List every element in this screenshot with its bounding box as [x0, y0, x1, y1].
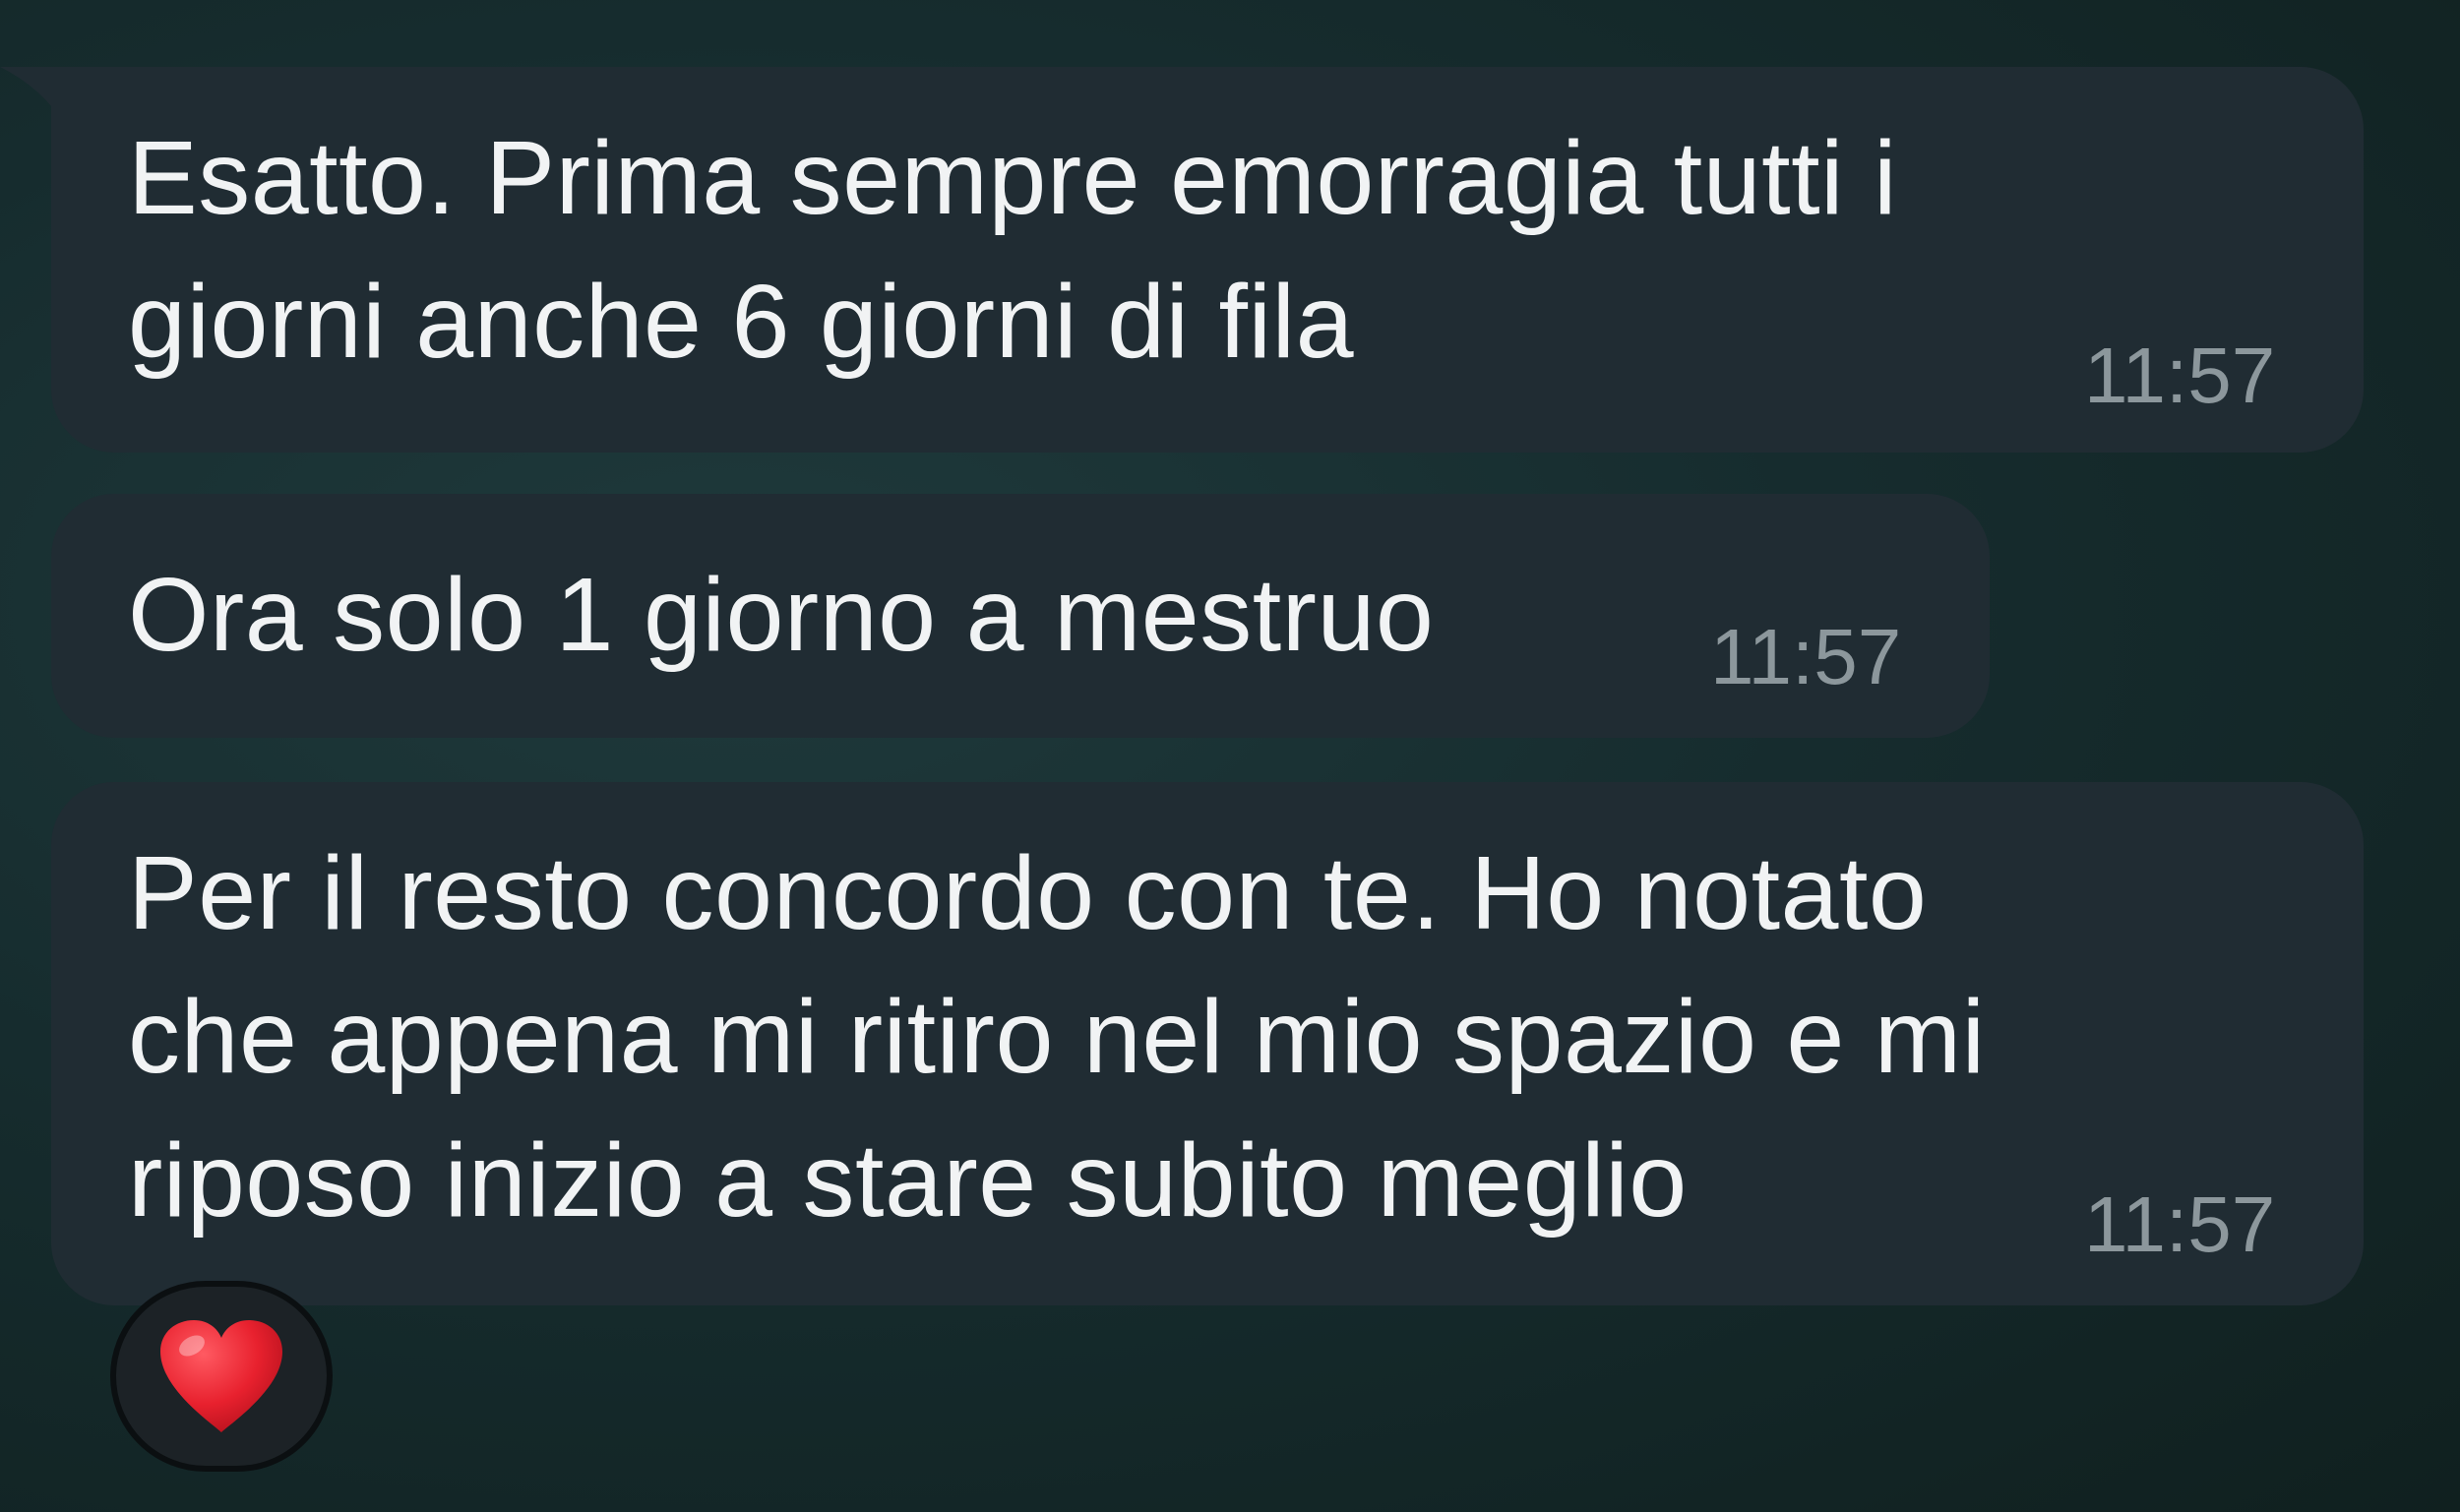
- message-timestamp: 11:57: [1710, 613, 1902, 700]
- message-timestamp: 11:57: [2084, 332, 2276, 419]
- message-bubble[interactable]: Per il resto concordo con te. Ho notato …: [51, 782, 2364, 1305]
- message-bubble[interactable]: Ora solo 1 giorno a mestruo 11:57: [51, 494, 1990, 738]
- message-timestamp: 11:57: [2084, 1180, 2276, 1268]
- chat-area: Esatto. Prima sempre emorragia tutti i g…: [0, 0, 2460, 1512]
- message-text: Per il resto concordo con te. Ho notato …: [128, 835, 1986, 1239]
- message-text: Esatto. Prima sempre emorragia tutti i g…: [128, 120, 1898, 380]
- reaction-badge[interactable]: [110, 1281, 333, 1472]
- message-text: Ora solo 1 giorno a mestruo: [128, 557, 1435, 673]
- message-bubble[interactable]: Esatto. Prima sempre emorragia tutti i g…: [51, 67, 2364, 453]
- heart-icon: [160, 1320, 282, 1432]
